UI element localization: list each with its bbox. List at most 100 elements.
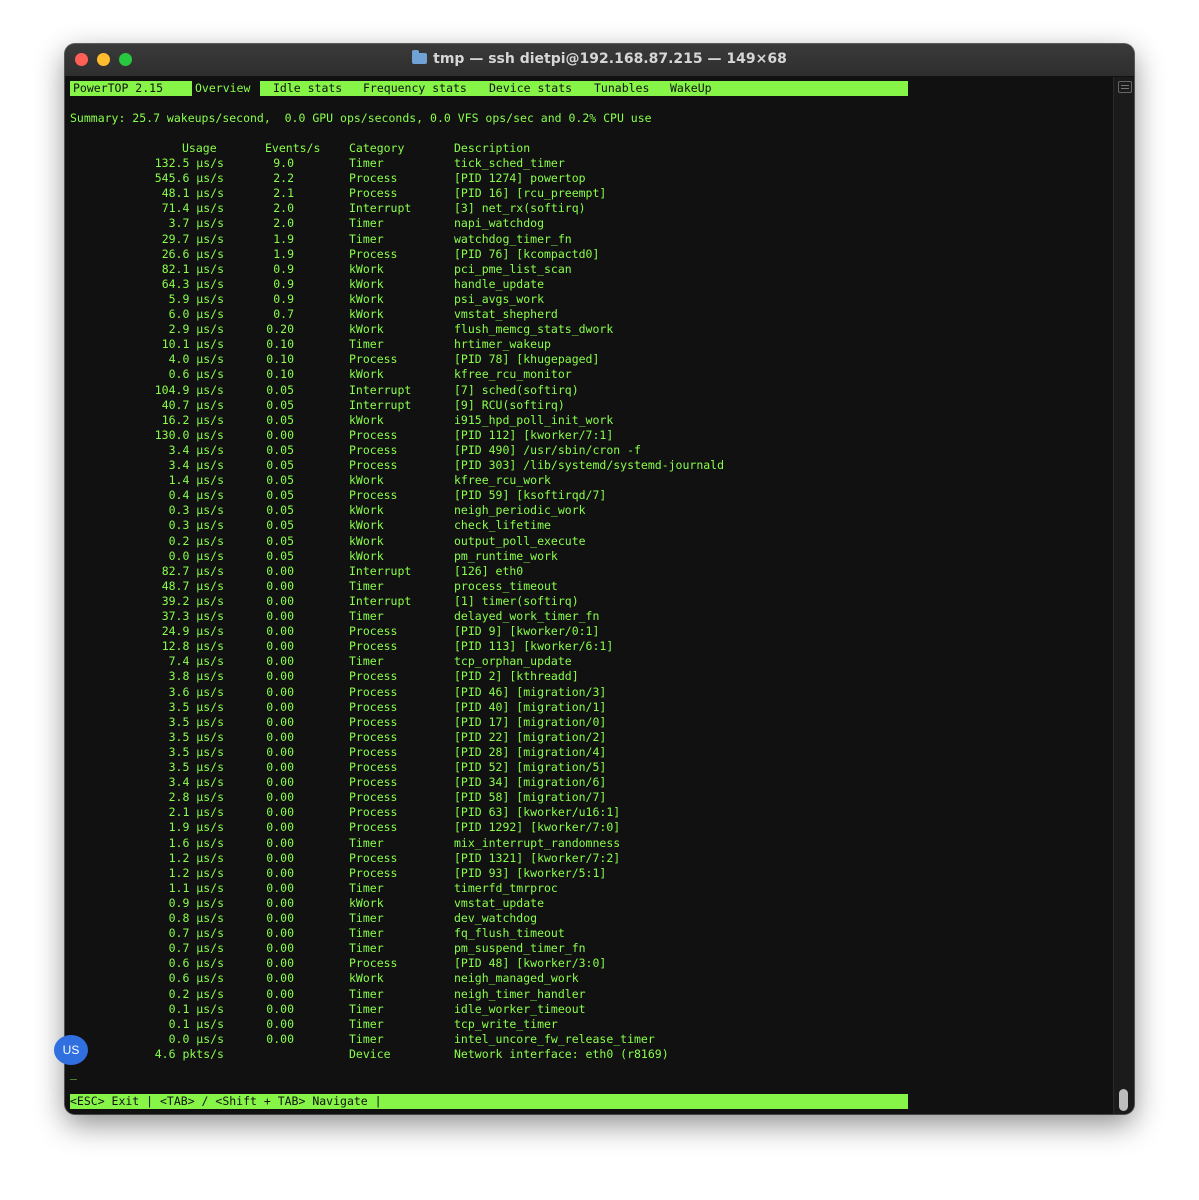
category-cell: Process — [349, 427, 398, 442]
usage-cell: 545.6 µs/s — [154, 171, 224, 186]
description-cell: hrtimer_wakeup — [454, 337, 551, 352]
events-cell: 0.05 — [266, 548, 294, 563]
category-cell: Interrupt — [349, 201, 412, 216]
category-cell: Timer — [349, 609, 384, 623]
usage-cell: 1.9 µs/s — [168, 820, 224, 835]
input-source-badge[interactable]: US — [54, 1035, 88, 1065]
category-cell: Process — [349, 186, 398, 201]
description-cell: [PID 22] [migration/2] — [454, 729, 607, 744]
usage-cell: 1.4 µs/s — [168, 473, 224, 488]
category-cell: kWork — [349, 548, 384, 563]
usage-cell: 3.5 µs/s — [168, 744, 224, 759]
description-cell: [PID 2] [kthreadd] — [454, 669, 579, 684]
events-cell: 9.0 — [273, 156, 294, 170]
scrollbar[interactable] — [1113, 77, 1134, 1114]
terminal-window: tmp — ssh dietpi@192.168.87.215 — 149×68… — [65, 44, 1134, 1114]
category-cell: Timer — [349, 156, 384, 170]
description-cell: [PID 1321] [kworker/7:2] — [454, 850, 621, 865]
description-cell: [PID 112] [kworker/7:1] — [454, 427, 614, 442]
description-cell: Network interface: eth0 (r8169) — [454, 1046, 669, 1061]
events-cell: 0.00 — [266, 669, 294, 684]
events-cell: 0.00 — [266, 941, 294, 956]
usage-cell: 2.8 µs/s — [168, 790, 224, 805]
description-cell: vmstat_update — [454, 895, 545, 910]
events-cell: 0.00 — [266, 775, 294, 790]
usage-cell: 3.4 µs/s — [168, 775, 224, 790]
usage-cell: 26.6 µs/s — [161, 246, 224, 261]
events-cell: 0.00 — [266, 684, 294, 699]
description-cell: neigh_timer_handler — [454, 986, 586, 1001]
description-cell: [PID 58] [migration/7] — [454, 790, 607, 805]
usage-cell: 0.3 µs/s — [168, 518, 224, 533]
usage-cell: 3.6 µs/s — [168, 684, 224, 699]
description-cell: [126] eth0 — [454, 563, 524, 578]
usage-cell: 4.6 pkts/s — [154, 1046, 224, 1061]
usage-cell: 0.7 µs/s — [168, 941, 224, 956]
description-cell: pm_suspend_timer_fn — [454, 941, 586, 956]
description-cell: tcp_orphan_update — [454, 654, 572, 669]
description-cell: mix_interrupt_randomness — [454, 835, 621, 850]
events-cell: 0.00 — [266, 956, 294, 971]
events-cell: 0.00 — [266, 820, 294, 835]
usage-cell: 1.1 µs/s — [168, 880, 224, 895]
category-cell: Timer — [349, 911, 384, 925]
description-cell: [1] timer(softirq) — [454, 593, 579, 608]
events-cell: 0.00 — [266, 744, 294, 759]
description-cell: [PID 113] [kworker/6:1] — [454, 639, 614, 654]
events-cell: 2.2 — [273, 171, 294, 186]
title-bar[interactable]: tmp — ssh dietpi@192.168.87.215 — 149×68 — [65, 44, 1134, 77]
category-cell: Process — [349, 760, 398, 774]
events-cell: 0.00 — [266, 427, 294, 442]
usage-cell: 0.6 µs/s — [168, 956, 224, 971]
events-cell: 0.00 — [266, 699, 294, 714]
events-cell: 0.00 — [266, 593, 294, 608]
usage-cell: 29.7 µs/s — [161, 231, 224, 246]
usage-cell: 16.2 µs/s — [161, 412, 224, 427]
usage-cell: 48.7 µs/s — [161, 578, 224, 593]
description-cell: kfree_rcu_work — [454, 473, 551, 488]
description-cell: timerfd_tmrproc — [454, 880, 558, 895]
description-cell: [PID 303] /lib/systemd/systemd-journald — [454, 458, 725, 472]
category-cell: Process — [349, 805, 398, 820]
events-cell: 0.00 — [266, 926, 294, 941]
footer-bar: <ESC> Exit | <TAB> / <Shift + TAB> Navig… — [70, 1094, 908, 1109]
usage-cell: 0.6 µs/s — [168, 367, 224, 382]
description-cell: [PID 52] [migration/5] — [454, 760, 607, 774]
description-cell: [9] RCU(softirq) — [454, 397, 565, 412]
events-cell: 0.05 — [266, 473, 294, 488]
events-cell: 0.00 — [266, 850, 294, 865]
usage-cell: 2.1 µs/s — [168, 805, 224, 820]
description-cell: neigh_managed_work — [454, 971, 579, 986]
description-cell: neigh_periodic_work — [454, 503, 586, 518]
usage-cell: 0.0 µs/s — [168, 1031, 224, 1046]
events-cell: 0.9 — [273, 276, 294, 291]
usage-cell: 3.4 µs/s — [168, 458, 224, 472]
description-cell: [PID 63] [kworker/u16:1] — [454, 805, 621, 820]
description-cell: flush_memcg_stats_dwork — [454, 322, 614, 337]
usage-cell: 0.1 µs/s — [168, 1001, 224, 1016]
events-cell: 0.05 — [266, 397, 294, 412]
header-events: Events/s — [265, 141, 321, 155]
header-description: Description — [454, 141, 531, 155]
events-cell: 0.00 — [266, 971, 294, 986]
category-cell: kWork — [349, 533, 384, 548]
category-cell: Process — [349, 699, 398, 714]
category-cell: Timer — [349, 926, 384, 941]
scrollbar-thumb[interactable] — [1119, 1089, 1128, 1111]
terminal-content[interactable]: PowerTOP 2.15 Overview Idle stats Freque… — [65, 77, 1114, 1114]
description-cell: tick_sched_timer — [454, 156, 565, 170]
folder-icon — [412, 50, 428, 64]
category-cell: Timer — [349, 986, 384, 1001]
usage-cell: 104.9 µs/s — [154, 382, 224, 397]
usage-cell: 1.6 µs/s — [168, 835, 224, 850]
events-cell: 0.05 — [266, 412, 294, 427]
events-cell: 0.05 — [266, 518, 294, 533]
description-cell: watchdog_timer_fn — [454, 231, 572, 246]
usage-cell: 82.1 µs/s — [161, 261, 224, 276]
category-cell: Process — [349, 352, 398, 367]
scrollbar-menu-icon[interactable] — [1118, 81, 1132, 93]
description-cell: [7] sched(softirq) — [454, 382, 579, 397]
events-cell: 0.00 — [266, 835, 294, 850]
description-cell: [PID 1274] powertop — [454, 171, 586, 186]
events-cell: 0.05 — [266, 488, 294, 503]
